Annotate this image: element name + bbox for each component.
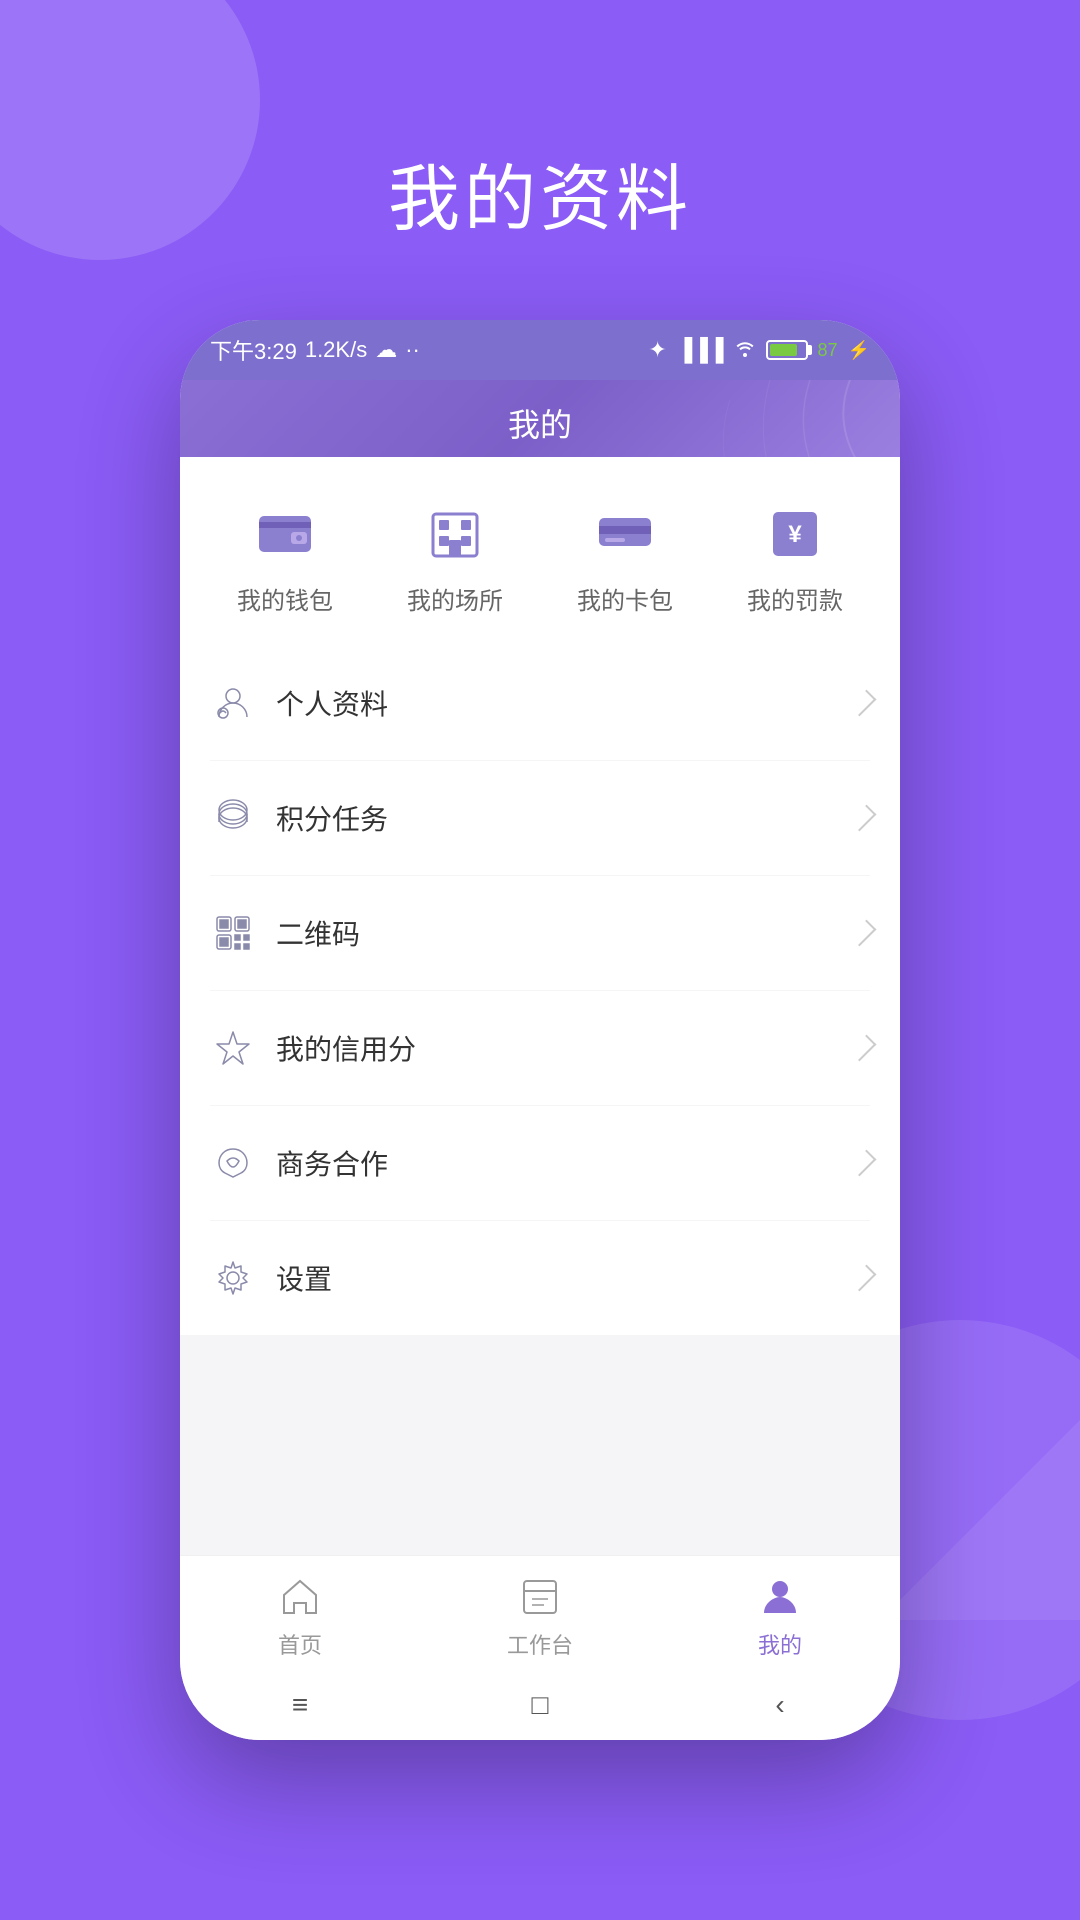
nav-label-home: 首页 <box>278 1628 322 1660</box>
bg-decoration-triangle <box>880 1420 1080 1620</box>
battery-level: 87 <box>818 340 838 361</box>
app-header: 我的 <box>180 380 900 457</box>
status-network-icon: ☁ <box>375 337 397 363</box>
battery-indicator <box>766 340 808 360</box>
credit-icon <box>210 1025 256 1071</box>
qrcode-icon <box>210 910 256 956</box>
android-back-btn[interactable]: ‹ <box>755 1680 805 1730</box>
menu-item-personal[interactable]: 个人资料 <box>210 646 870 761</box>
menu-item-qrcode[interactable]: 二维码 <box>210 876 870 991</box>
status-left: 下午3:29 1.2K/s ☁ ·· <box>210 334 420 366</box>
menu-list: 个人资料 <box>180 646 900 1335</box>
person-icon <box>210 680 256 726</box>
menu-item-credit-left: 我的信用分 <box>210 1025 416 1071</box>
charging-icon: ⚡ <box>848 340 870 361</box>
quick-item-venue[interactable]: 我的场所 <box>407 497 503 616</box>
quick-label-wallet: 我的钱包 <box>237 581 333 616</box>
chevron-credit <box>850 1035 877 1062</box>
quick-item-card[interactable]: 我的卡包 <box>577 497 673 616</box>
battery-fill <box>770 344 797 356</box>
status-time: 下午3:29 <box>210 334 297 366</box>
menu-item-settings-left: 设置 <box>210 1255 332 1301</box>
phone-mockup: 下午3:29 1.2K/s ☁ ·· ✦ ▐▐▐ 87 ⚡ <box>180 320 900 1740</box>
fine-icon: ¥ <box>755 497 835 567</box>
status-network: 1.2K/s <box>305 337 367 363</box>
android-home-btn[interactable]: □ <box>515 1680 565 1730</box>
signal-icon: ▐▐▐ <box>677 337 724 363</box>
quick-item-wallet[interactable]: 我的钱包 <box>237 497 333 616</box>
chevron-points <box>850 805 877 832</box>
home-nav-icon <box>275 1572 325 1622</box>
android-nav: ≡ □ ‹ <box>180 1670 900 1740</box>
wallet-icon <box>245 497 325 567</box>
wifi-icon <box>734 337 756 363</box>
bluetooth-icon: ✦ <box>648 337 666 363</box>
chevron-qrcode <box>850 920 877 947</box>
status-bar: 下午3:29 1.2K/s ☁ ·· ✦ ▐▐▐ 87 ⚡ <box>180 320 900 380</box>
menu-label-credit: 我的信用分 <box>276 1028 416 1068</box>
menu-label-points: 积分任务 <box>276 798 388 838</box>
points-icon <box>210 795 256 841</box>
nav-label-workbench: 工作台 <box>507 1628 573 1660</box>
status-right: ✦ ▐▐▐ 87 ⚡ <box>648 337 870 363</box>
scrollable-area: 我的 <box>180 380 900 1555</box>
menu-label-qrcode: 二维码 <box>276 913 360 953</box>
menu-item-settings[interactable]: 设置 <box>210 1221 870 1335</box>
status-dots: ·· <box>405 337 420 363</box>
nav-item-workbench[interactable]: 工作台 <box>480 1572 600 1660</box>
workbench-nav-icon <box>515 1572 565 1622</box>
menu-label-settings: 设置 <box>276 1258 332 1298</box>
menu-item-business[interactable]: 商务合作 <box>210 1106 870 1221</box>
quick-label-card: 我的卡包 <box>577 581 673 616</box>
menu-item-credit[interactable]: 我的信用分 <box>210 991 870 1106</box>
menu-item-personal-left: 个人资料 <box>210 680 388 726</box>
business-icon <box>210 1140 256 1186</box>
header-wave-decoration <box>650 380 900 457</box>
menu-item-qrcode-left: 二维码 <box>210 910 360 956</box>
nav-item-profile[interactable]: 我的 <box>720 1572 840 1660</box>
android-menu-btn[interactable]: ≡ <box>275 1680 325 1730</box>
quick-access-section: 我的钱包 我的场所 <box>180 457 900 646</box>
card-icon <box>585 497 665 567</box>
phone-content: 我的 <box>180 380 900 1740</box>
settings-icon <box>210 1255 256 1301</box>
bottom-nav: 首页 工作台 <box>180 1555 900 1670</box>
menu-item-points[interactable]: 积分任务 <box>210 761 870 876</box>
building-icon <box>415 497 495 567</box>
menu-item-business-left: 商务合作 <box>210 1140 388 1186</box>
nav-label-profile: 我的 <box>758 1628 802 1660</box>
chevron-personal <box>850 690 877 717</box>
chevron-settings <box>850 1265 877 1292</box>
nav-item-home[interactable]: 首页 <box>240 1572 360 1660</box>
chevron-business <box>850 1150 877 1177</box>
bottom-spacer <box>180 1335 900 1555</box>
menu-label-personal: 个人资料 <box>276 683 388 723</box>
quick-label-fine: 我的罚款 <box>747 581 843 616</box>
menu-label-business: 商务合作 <box>276 1143 388 1183</box>
svg-text:¥: ¥ <box>788 521 802 548</box>
quick-item-fine[interactable]: ¥ 我的罚款 <box>747 497 843 616</box>
profile-nav-icon <box>755 1572 805 1622</box>
menu-item-points-left: 积分任务 <box>210 795 388 841</box>
quick-label-venue: 我的场所 <box>407 581 503 616</box>
